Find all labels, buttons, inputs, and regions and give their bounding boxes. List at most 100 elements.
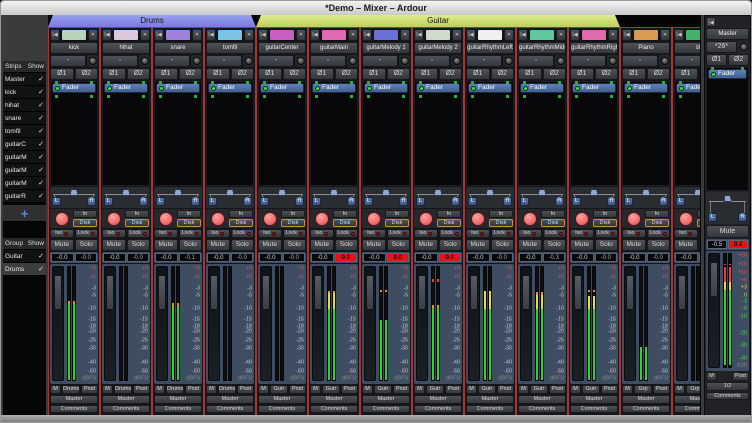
fader-handle[interactable] <box>106 275 114 310</box>
strip-hide-icon[interactable]: ✕ <box>504 29 514 41</box>
processor-led-icon[interactable] <box>211 86 216 91</box>
strip-hide-icon[interactable]: ✕ <box>608 29 618 41</box>
output-button[interactable]: 1/2 <box>706 382 749 391</box>
solo-isolate-button[interactable]: Iso <box>518 229 542 238</box>
fader-processor[interactable]: Fader <box>520 83 564 93</box>
solo-button[interactable]: Solo <box>543 239 567 251</box>
solo-isolate-button[interactable]: Iso <box>466 229 490 238</box>
output-button[interactable]: Master <box>570 395 618 404</box>
fader-handle[interactable] <box>210 275 218 310</box>
trim-knob[interactable] <box>607 55 618 67</box>
strip-hide-icon[interactable]: ✕ <box>400 29 410 41</box>
fader-processor[interactable]: Fader <box>312 83 356 93</box>
solo-lock-button[interactable]: Lock <box>439 229 463 238</box>
solo-button[interactable]: Solo <box>699 239 701 251</box>
strip-color-bar[interactable] <box>581 29 607 41</box>
solo-isolate-button[interactable]: Iso <box>570 229 594 238</box>
strip-name-button[interactable]: tomfil <box>206 42 254 54</box>
window-titlebar[interactable]: *Demo – Mixer – Ardour <box>1 1 751 15</box>
pan-left-button[interactable]: L <box>708 213 717 222</box>
pan-left-button[interactable]: L <box>624 197 633 206</box>
phase-1-button[interactable]: Ø1 <box>414 68 438 80</box>
strip-color-bar[interactable] <box>477 29 503 41</box>
meter-point-button[interactable]: Post <box>497 385 514 394</box>
fader-handle[interactable] <box>678 275 686 310</box>
pan-handle[interactable] <box>70 189 78 196</box>
trim-knob[interactable] <box>139 55 150 67</box>
pan-right-button[interactable]: R <box>347 197 356 206</box>
phase-2-button[interactable]: Ø2 <box>387 68 411 80</box>
monitor-input-button[interactable]: In <box>125 210 149 218</box>
phase-2-button[interactable]: Ø2 <box>439 68 463 80</box>
pan-handle[interactable] <box>694 189 700 196</box>
comments-button[interactable]: Comments <box>414 405 462 413</box>
pan-handle[interactable] <box>486 189 494 196</box>
phase-1-button[interactable]: Ø1 <box>570 68 594 80</box>
phase-2-button[interactable]: Ø2 <box>699 68 701 80</box>
solo-isolate-button[interactable]: Iso <box>206 229 230 238</box>
mute-button[interactable]: Mute <box>674 239 698 251</box>
trim-knob[interactable] <box>243 55 254 67</box>
strip-hide-icon[interactable]: ✕ <box>140 29 150 41</box>
solo-lock-button[interactable]: Lock <box>75 229 99 238</box>
meter-point-button[interactable]: Post <box>549 385 566 394</box>
trim-knob[interactable] <box>347 55 358 67</box>
checkmark-icon[interactable]: ✓ <box>38 179 44 187</box>
monitor-disk-button[interactable]: Disk <box>489 219 513 227</box>
strip-name-button[interactable]: st <box>674 42 700 54</box>
group-button[interactable]: Grp <box>686 385 700 394</box>
fader-handle[interactable] <box>470 275 478 310</box>
fader-handle[interactable] <box>366 275 374 310</box>
trim-knob[interactable] <box>659 55 670 67</box>
fader-handle[interactable] <box>262 275 270 310</box>
pan-control[interactable]: L R <box>102 187 150 208</box>
master-input-button[interactable]: *26* <box>706 41 737 53</box>
monitor-disk-button[interactable]: Disk <box>281 219 305 227</box>
comments-button[interactable]: Comments <box>674 405 700 413</box>
pan-control[interactable]: L R <box>466 187 514 208</box>
fader-handle[interactable] <box>54 275 62 310</box>
pan-handle[interactable] <box>330 189 338 196</box>
processor-box[interactable]: Fader <box>154 81 202 186</box>
trim-knob[interactable] <box>399 55 410 67</box>
strip-narrow-icon[interactable]: |◀ <box>570 29 580 41</box>
strip-hide-icon[interactable]: ✕ <box>452 29 462 41</box>
phase-2-button[interactable]: Ø2 <box>335 68 359 80</box>
strip-name-button[interactable]: guitarRhythmMiddle <box>518 42 566 54</box>
solo-lock-button[interactable]: Lock <box>231 229 255 238</box>
processor-box[interactable]: Fader <box>258 81 306 186</box>
comments-button[interactable]: Comments <box>570 405 618 413</box>
metering-m-button[interactable]: M <box>258 385 269 394</box>
meter-point-button[interactable]: Post <box>185 385 202 394</box>
group-tab-drums[interactable]: Drums <box>48 15 256 27</box>
phase-2-button[interactable]: Ø2 <box>728 54 749 66</box>
input-button[interactable]: - <box>102 55 138 67</box>
record-arm-button[interactable] <box>415 212 436 226</box>
pan-right-button[interactable]: R <box>503 197 512 206</box>
pan-handle[interactable] <box>174 189 182 196</box>
phase-1-button[interactable]: Ø1 <box>362 68 386 80</box>
window-bottom-edge[interactable] <box>1 415 751 422</box>
phase-2-button[interactable]: Ø2 <box>491 68 515 80</box>
master-name-button[interactable]: Master <box>706 28 749 40</box>
strip-color-bar[interactable] <box>61 29 87 41</box>
monitor-disk-button[interactable]: Disk <box>333 219 357 227</box>
pan-right-button[interactable]: R <box>555 197 564 206</box>
metering-m-button[interactable]: M <box>154 385 165 394</box>
strip-narrow-icon[interactable]: |◀ <box>154 29 164 41</box>
phase-2-button[interactable]: Ø2 <box>647 68 671 80</box>
strip-narrow-icon[interactable]: |◀ <box>310 29 320 41</box>
mute-button[interactable]: Mute <box>518 239 542 251</box>
mute-button[interactable]: Mute <box>206 239 230 251</box>
comments-button[interactable]: Comments <box>258 405 306 413</box>
peak-display[interactable]: -0.0 <box>647 253 670 262</box>
strip-narrow-icon[interactable]: |◀ <box>258 29 268 41</box>
fader-slider[interactable] <box>416 266 428 381</box>
gain-display[interactable]: -0.0 <box>571 253 594 262</box>
pan-handle[interactable] <box>226 189 234 196</box>
mute-button[interactable]: Mute <box>362 239 386 251</box>
pan-left-button[interactable]: L <box>260 197 269 206</box>
input-button[interactable]: - <box>206 55 242 67</box>
strip-narrow-icon[interactable]: |◀ <box>674 29 684 41</box>
solo-lock-button[interactable]: Lock <box>699 229 701 238</box>
